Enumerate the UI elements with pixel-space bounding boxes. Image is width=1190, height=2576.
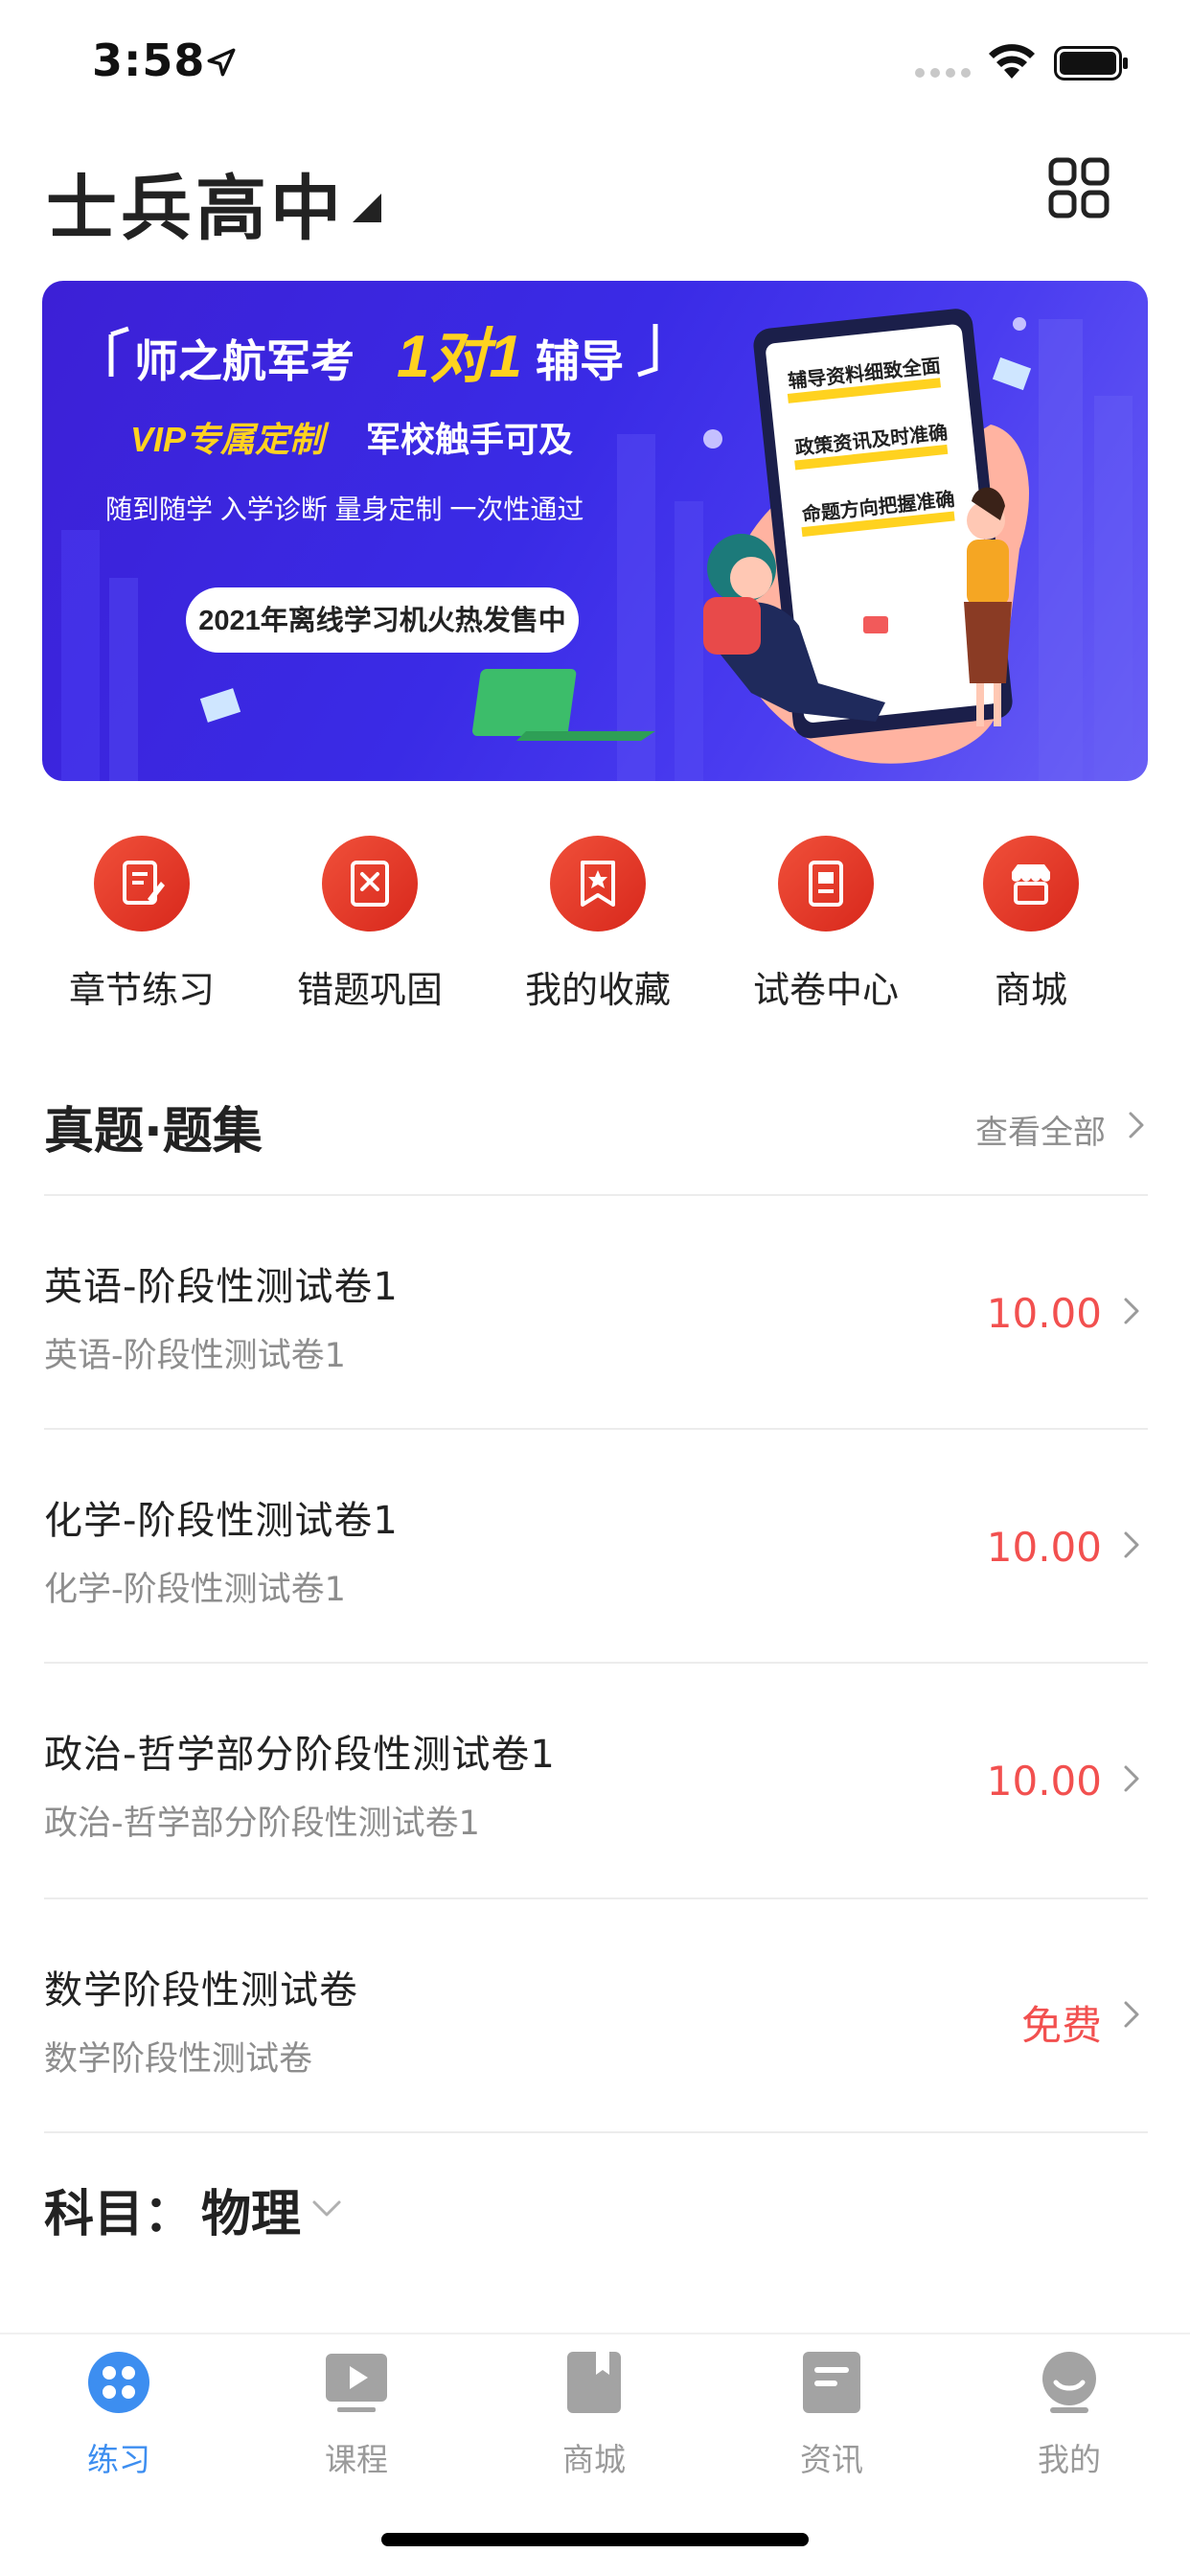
view-all-link[interactable]: 查看全部 bbox=[975, 1106, 1106, 1153]
battery-icon bbox=[1054, 46, 1128, 80]
caret-down-icon[interactable] bbox=[353, 194, 381, 222]
banner-title-suffix: 辅导 bbox=[536, 336, 624, 386]
banner-title-prefix: 师之航军考 bbox=[134, 336, 355, 386]
quick-menu-label: 我的收藏 bbox=[524, 969, 671, 1011]
paper-list-item[interactable]: 政治-哲学部分阶段性测试卷1 政治-哲学部分阶段性测试卷1 10.00 bbox=[44, 1666, 1148, 1899]
banner-illustration: 师之航军考 1对1 辅导 VIP专属定制 军校触手可及 随到随学 入学诊断 量身… bbox=[61, 309, 1133, 781]
exam-book-icon bbox=[778, 836, 874, 932]
paper-title: 化学-阶段性测试卷1 bbox=[44, 1499, 399, 1543]
quick-menu: 章节练习 错题巩固 我的收藏 试卷中心 商城 bbox=[0, 836, 1190, 1018]
section-header: 真题·题集 查看全部 bbox=[44, 1083, 1148, 1169]
paper-list-item[interactable]: 英语-阶段性测试卷1 英语-阶段性测试卷1 10.00 bbox=[44, 1198, 1148, 1432]
user-icon bbox=[1042, 2352, 1096, 2413]
home-indicator bbox=[381, 2533, 809, 2546]
chevron-right-icon[interactable] bbox=[1125, 1108, 1148, 1142]
quick-menu-label: 错题巩固 bbox=[296, 969, 443, 1011]
status-time: 3:58 bbox=[92, 34, 206, 86]
bookmark-star-icon bbox=[550, 836, 646, 932]
divider bbox=[44, 2131, 1148, 2133]
section-title: 真题·题集 bbox=[44, 1103, 263, 1161]
quick-menu-favorites[interactable]: 我的收藏 bbox=[502, 836, 694, 1018]
quick-menu-exam-center[interactable]: 试卷中心 bbox=[730, 836, 922, 1018]
wifi-icon bbox=[989, 44, 1035, 79]
divider bbox=[44, 1194, 1148, 1196]
subject-value: 物理 bbox=[201, 2186, 302, 2243]
paper-list-item[interactable]: 化学-阶段性测试卷1 化学-阶段性测试卷1 10.00 bbox=[44, 1432, 1148, 1666]
paper-subtitle: 化学-阶段性测试卷1 bbox=[44, 1571, 346, 1609]
tab-store[interactable]: 商城 bbox=[475, 2350, 713, 2494]
divider bbox=[44, 1662, 1148, 1664]
tab-practice[interactable]: 练习 bbox=[0, 2350, 238, 2494]
location-arrow-icon bbox=[207, 48, 236, 77]
notebook-pen-icon bbox=[94, 836, 190, 932]
chevron-right-icon bbox=[1124, 1765, 1139, 1792]
cellular-signal-icon bbox=[915, 68, 971, 78]
paper-subtitle: 政治-哲学部分阶段性测试卷1 bbox=[44, 1805, 480, 1843]
subject-selector[interactable]: 科目： 物理 bbox=[44, 2168, 619, 2244]
tab-label: 资讯 bbox=[800, 2441, 863, 2478]
quick-menu-wrong-questions[interactable]: 错题巩固 bbox=[274, 836, 466, 1018]
bookmark-icon bbox=[567, 2352, 621, 2413]
chevron-right-icon bbox=[1124, 1298, 1139, 1324]
paper-subtitle: 数学阶段性测试卷 bbox=[44, 2040, 313, 2079]
paper-list-item[interactable]: 数学阶段性测试卷 数学阶段性测试卷 免费 bbox=[44, 1901, 1148, 2135]
tab-news[interactable]: 资讯 bbox=[713, 2350, 950, 2494]
banner-vip-text: VIP专属定制 bbox=[130, 420, 330, 459]
quick-menu-label: 试卷中心 bbox=[752, 969, 899, 1011]
video-play-icon bbox=[326, 2354, 387, 2412]
tab-label: 商城 bbox=[562, 2441, 626, 2478]
chevron-down-icon bbox=[312, 2200, 341, 2217]
practice-icon bbox=[88, 2352, 149, 2413]
banner-features: 随到随学 入学诊断 量身定制 一次性通过 bbox=[105, 494, 584, 524]
tab-label: 我的 bbox=[1038, 2441, 1101, 2478]
app-header: 士兵高中 bbox=[0, 134, 1190, 259]
status-bar: 3:58 bbox=[0, 0, 1190, 125]
divider bbox=[44, 1428, 1148, 1430]
tab-courses[interactable]: 课程 bbox=[238, 2350, 475, 2494]
paper-title: 英语-阶段性测试卷1 bbox=[44, 1265, 399, 1309]
quick-menu-label: 章节练习 bbox=[68, 969, 215, 1011]
promo-banner[interactable]: 师之航军考 1对1 辅导 VIP专属定制 军校触手可及 随到随学 入学诊断 量身… bbox=[42, 281, 1148, 781]
subject-label: 科目： bbox=[44, 2186, 195, 2243]
quick-menu-store[interactable]: 商城 bbox=[935, 836, 1127, 1018]
wrong-doc-icon bbox=[322, 836, 418, 932]
chevron-right-icon bbox=[1124, 2001, 1139, 2028]
banner-vip-tail: 军校触手可及 bbox=[366, 420, 573, 459]
paper-price: 10.00 bbox=[986, 1524, 1102, 1571]
paper-price: 免费 bbox=[1020, 2002, 1102, 2049]
tab-label: 练习 bbox=[87, 2441, 150, 2478]
tab-profile[interactable]: 我的 bbox=[950, 2350, 1188, 2494]
quick-menu-label: 商城 bbox=[994, 969, 1067, 1011]
banner-pill-text: 2021年离线学习机火热发售中 bbox=[198, 604, 566, 636]
school-selector[interactable]: 士兵高中 bbox=[46, 151, 345, 254]
paper-price: 10.00 bbox=[986, 1758, 1102, 1805]
paper-title: 数学阶段性测试卷 bbox=[44, 1968, 358, 2012]
paper-title: 政治-哲学部分阶段性测试卷1 bbox=[44, 1733, 556, 1777]
tab-label: 课程 bbox=[325, 2441, 388, 2478]
banner-title-highlight: 1对1 bbox=[397, 324, 522, 390]
paper-subtitle: 英语-阶段性测试卷1 bbox=[44, 1337, 346, 1375]
store-icon bbox=[983, 836, 1079, 932]
chevron-right-icon bbox=[1124, 1531, 1139, 1558]
quick-menu-chapter-practice[interactable]: 章节练习 bbox=[46, 836, 238, 1018]
grid-menu-icon[interactable] bbox=[1048, 157, 1110, 218]
divider bbox=[44, 1898, 1148, 1899]
paper-price: 10.00 bbox=[986, 1290, 1102, 1337]
news-icon bbox=[803, 2352, 860, 2413]
